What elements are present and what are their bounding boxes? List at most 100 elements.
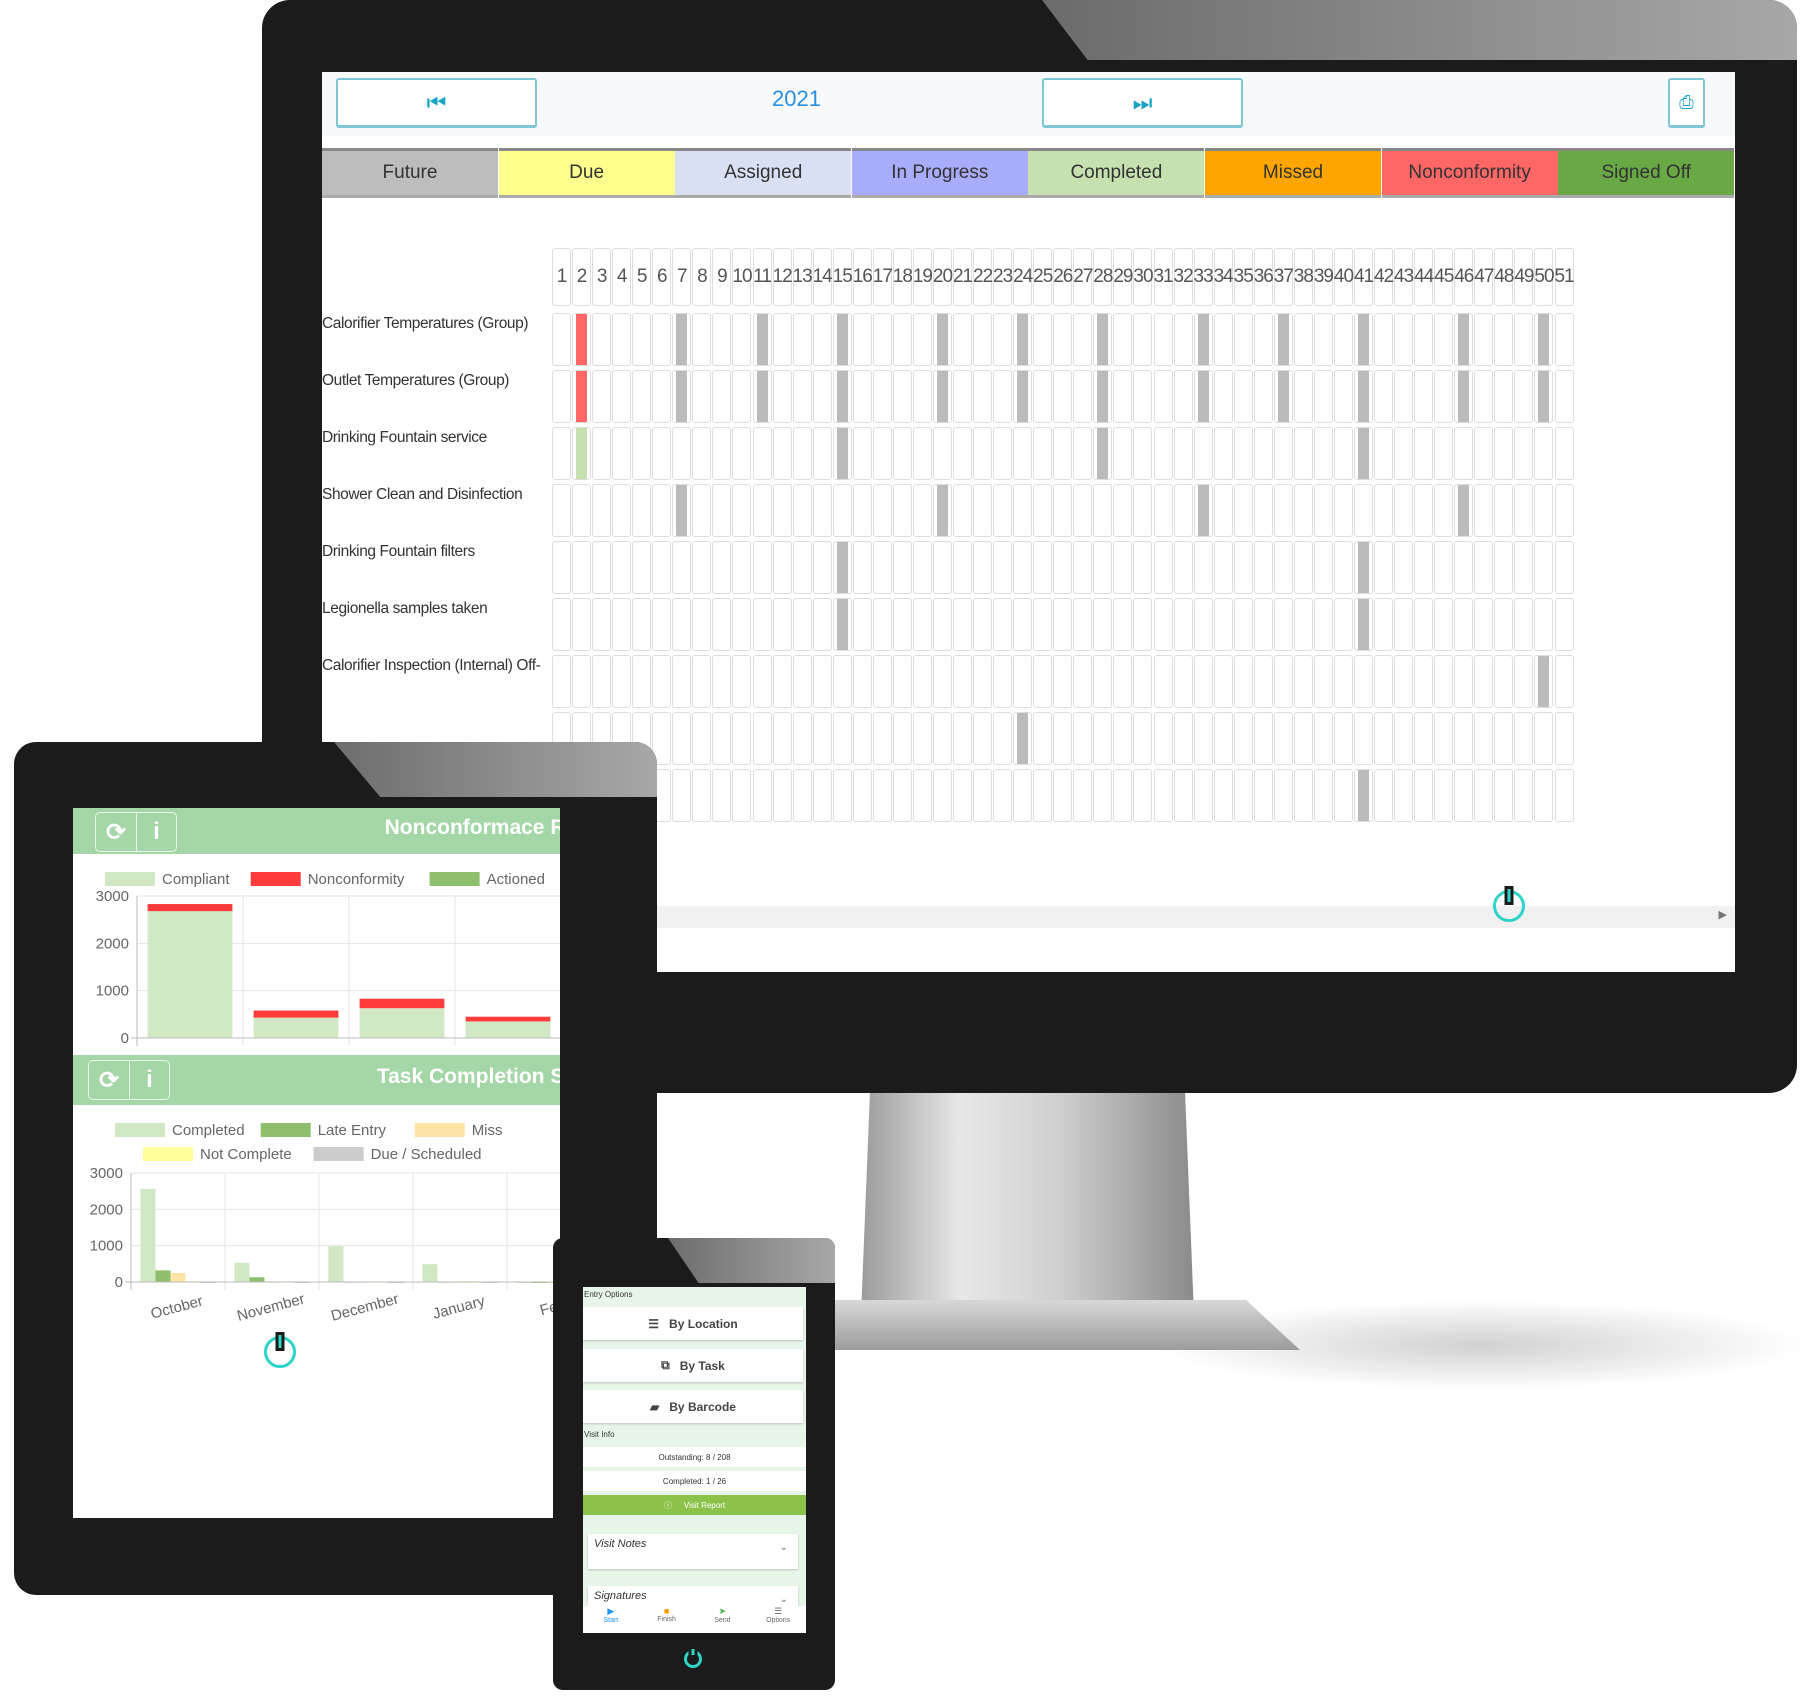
schedule-cell[interactable] bbox=[1514, 427, 1534, 480]
schedule-cell[interactable] bbox=[1133, 541, 1153, 594]
schedule-cell[interactable] bbox=[612, 313, 632, 366]
schedule-cell[interactable] bbox=[1354, 484, 1374, 537]
schedule-cell[interactable] bbox=[1494, 712, 1514, 765]
schedule-cell[interactable] bbox=[1474, 427, 1494, 480]
schedule-cell[interactable] bbox=[1133, 712, 1153, 765]
schedule-cell[interactable] bbox=[1394, 313, 1414, 366]
schedule-cell[interactable] bbox=[552, 370, 572, 423]
schedule-cell[interactable] bbox=[1073, 598, 1093, 651]
schedule-cell[interactable] bbox=[1474, 370, 1494, 423]
schedule-cell[interactable] bbox=[712, 313, 732, 366]
schedule-cell[interactable] bbox=[1554, 370, 1574, 423]
schedule-cell[interactable] bbox=[1454, 712, 1474, 765]
schedule-cell[interactable] bbox=[852, 712, 872, 765]
schedule-cell[interactable] bbox=[672, 712, 692, 765]
schedule-cell[interactable] bbox=[1354, 598, 1374, 651]
schedule-cell[interactable] bbox=[1053, 427, 1073, 480]
schedule-cell[interactable] bbox=[1394, 427, 1414, 480]
schedule-cell[interactable] bbox=[1153, 484, 1173, 537]
refresh-icon[interactable]: ⟳ bbox=[89, 1061, 129, 1099]
schedule-cell[interactable] bbox=[1313, 598, 1333, 651]
schedule-cell[interactable] bbox=[1053, 655, 1073, 708]
schedule-cell[interactable] bbox=[1374, 484, 1394, 537]
schedule-cell[interactable] bbox=[1173, 313, 1193, 366]
schedule-cell[interactable] bbox=[1313, 769, 1333, 822]
schedule-cell[interactable] bbox=[1414, 541, 1434, 594]
schedule-cell[interactable] bbox=[1093, 370, 1113, 423]
schedule-cell[interactable] bbox=[672, 484, 692, 537]
schedule-cell[interactable] bbox=[1153, 769, 1173, 822]
schedule-cell[interactable] bbox=[993, 484, 1013, 537]
schedule-cell[interactable] bbox=[1093, 427, 1113, 480]
schedule-cell[interactable] bbox=[1193, 769, 1213, 822]
schedule-cell[interactable] bbox=[652, 313, 672, 366]
schedule-cell[interactable] bbox=[1414, 370, 1434, 423]
schedule-cell[interactable] bbox=[1253, 484, 1273, 537]
schedule-cell[interactable] bbox=[1554, 655, 1574, 708]
schedule-cell[interactable] bbox=[1333, 598, 1353, 651]
schedule-cell[interactable] bbox=[1093, 484, 1113, 537]
schedule-cell[interactable] bbox=[1073, 313, 1093, 366]
schedule-cell[interactable] bbox=[552, 484, 572, 537]
schedule-cell[interactable] bbox=[1033, 712, 1053, 765]
schedule-cell[interactable] bbox=[1193, 484, 1213, 537]
schedule-cell[interactable] bbox=[712, 427, 732, 480]
schedule-cell[interactable] bbox=[1073, 769, 1093, 822]
schedule-cell[interactable] bbox=[612, 427, 632, 480]
schedule-cell[interactable] bbox=[852, 313, 872, 366]
schedule-cell[interactable] bbox=[712, 484, 732, 537]
schedule-cell[interactable] bbox=[912, 313, 932, 366]
schedule-cell[interactable] bbox=[1233, 313, 1253, 366]
schedule-cell[interactable] bbox=[692, 427, 712, 480]
schedule-cell[interactable] bbox=[592, 655, 612, 708]
schedule-cell[interactable] bbox=[1293, 313, 1313, 366]
schedule-cell[interactable] bbox=[1113, 712, 1133, 765]
schedule-cell[interactable] bbox=[1253, 712, 1273, 765]
schedule-cell[interactable] bbox=[1514, 313, 1534, 366]
schedule-cell[interactable] bbox=[1033, 541, 1053, 594]
schedule-cell[interactable] bbox=[993, 427, 1013, 480]
schedule-cell[interactable] bbox=[1073, 370, 1093, 423]
schedule-cell[interactable] bbox=[1554, 541, 1574, 594]
schedule-cell[interactable] bbox=[1354, 712, 1374, 765]
schedule-cell[interactable] bbox=[832, 712, 852, 765]
schedule-cell[interactable] bbox=[912, 484, 932, 537]
schedule-cell[interactable] bbox=[1153, 541, 1173, 594]
schedule-cell[interactable] bbox=[932, 370, 952, 423]
schedule-cell[interactable] bbox=[672, 370, 692, 423]
schedule-cell[interactable] bbox=[1173, 655, 1193, 708]
schedule-cell[interactable] bbox=[1293, 370, 1313, 423]
schedule-cell[interactable] bbox=[912, 769, 932, 822]
schedule-cell[interactable] bbox=[572, 598, 592, 651]
schedule-cell[interactable] bbox=[912, 655, 932, 708]
schedule-cell[interactable] bbox=[672, 598, 692, 651]
schedule-cell[interactable] bbox=[1053, 484, 1073, 537]
schedule-cell[interactable] bbox=[1233, 541, 1253, 594]
schedule-cell[interactable] bbox=[592, 370, 612, 423]
schedule-cell[interactable] bbox=[973, 427, 993, 480]
schedule-cell[interactable] bbox=[912, 712, 932, 765]
schedule-cell[interactable] bbox=[1414, 427, 1434, 480]
schedule-cell[interactable] bbox=[1233, 484, 1253, 537]
schedule-cell[interactable] bbox=[993, 370, 1013, 423]
schedule-cell[interactable] bbox=[932, 769, 952, 822]
schedule-cell[interactable] bbox=[1193, 313, 1213, 366]
schedule-cell[interactable] bbox=[1293, 712, 1313, 765]
schedule-cell[interactable] bbox=[1514, 655, 1534, 708]
schedule-cell[interactable] bbox=[572, 541, 592, 594]
schedule-cell[interactable] bbox=[1113, 541, 1133, 594]
schedule-cell[interactable] bbox=[1434, 541, 1454, 594]
nav-send[interactable]: ➤ Send bbox=[695, 1606, 751, 1633]
schedule-cell[interactable] bbox=[832, 655, 852, 708]
schedule-cell[interactable] bbox=[1193, 541, 1213, 594]
schedule-cell[interactable] bbox=[1514, 484, 1534, 537]
schedule-cell[interactable] bbox=[1033, 655, 1053, 708]
schedule-cell[interactable] bbox=[1213, 313, 1233, 366]
schedule-cell[interactable] bbox=[1273, 541, 1293, 594]
schedule-cell[interactable] bbox=[592, 427, 612, 480]
schedule-cell[interactable] bbox=[1454, 484, 1474, 537]
schedule-cell[interactable] bbox=[1013, 370, 1033, 423]
schedule-cell[interactable] bbox=[1273, 484, 1293, 537]
schedule-cell[interactable] bbox=[1013, 769, 1033, 822]
schedule-cell[interactable] bbox=[792, 712, 812, 765]
